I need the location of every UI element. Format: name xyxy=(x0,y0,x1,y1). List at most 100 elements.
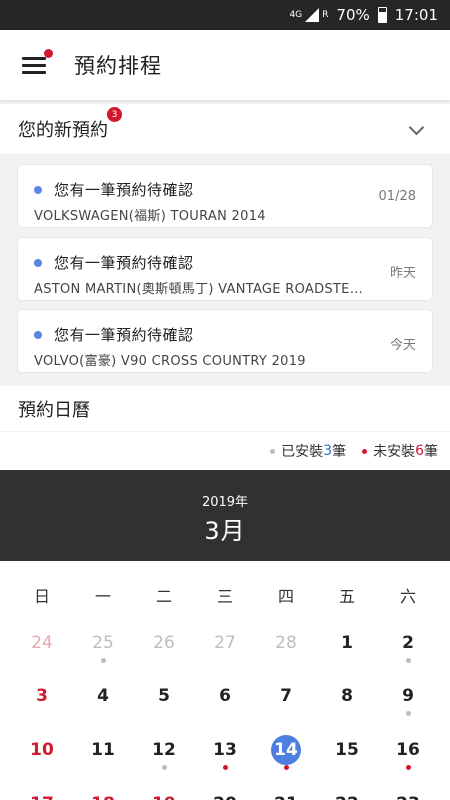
calendar-day[interactable]: 15 xyxy=(327,735,367,765)
not-installed-marker xyxy=(405,765,411,770)
booking-card[interactable]: 您有一筆預約待確認 VOLVO(富豪) V90 CROSS COUNTRY 20… xyxy=(17,309,433,373)
calendar-day[interactable]: 24 xyxy=(22,628,62,658)
day-number: 24 xyxy=(31,633,53,653)
booking-title: 您有一筆預約待確認 xyxy=(54,254,194,272)
calendar-grid: 日一二三四五六 24 25 26 27 28 1 2 3 4 5 6 7 8 9 10 11 12 13 14 15 1… xyxy=(0,561,450,800)
unread-dot xyxy=(34,186,42,194)
day-number: 19 xyxy=(149,789,179,800)
calendar-day[interactable]: 18 xyxy=(83,789,123,800)
booking-card[interactable]: 您有一筆預約待確認 VOLKSWAGEN(福斯) TOURAN 2014 01/… xyxy=(17,164,433,228)
calendar-day[interactable]: 12 xyxy=(144,735,184,770)
hamburger-menu-icon[interactable] xyxy=(22,49,53,75)
calendar-day[interactable]: 28 xyxy=(266,628,306,658)
calendar-day[interactable]: 19 xyxy=(144,789,184,800)
day-number: 15 xyxy=(335,740,359,760)
installed-marker xyxy=(405,658,411,663)
weekday-label: 六 xyxy=(399,587,416,606)
day-number: 14 xyxy=(271,735,301,765)
network-type: 4G xyxy=(289,10,303,20)
day-number: 26 xyxy=(153,633,175,653)
calendar-section-title: 預約日曆 xyxy=(18,399,90,421)
week-row: 24 25 26 27 28 1 2 xyxy=(0,628,450,678)
calendar-day[interactable]: 11 xyxy=(83,735,123,765)
unread-dot xyxy=(34,259,42,267)
weekday-row: 日一二三四五六 xyxy=(0,561,450,611)
new-bookings-badge: 3 xyxy=(107,107,122,122)
week-row: 3 4 5 6 7 8 9 xyxy=(0,681,450,731)
weekday-label: 日 xyxy=(33,587,50,606)
calendar-legend: 已安裝 3 筆 未安裝 6 筆 xyxy=(0,432,450,470)
calendar-day[interactable]: 8 xyxy=(327,681,367,711)
calendar-day-today[interactable]: 14 xyxy=(266,735,306,770)
roaming-indicator: R xyxy=(322,10,329,20)
new-bookings-header[interactable]: 您的新預約 3 xyxy=(0,104,450,154)
calendar-day[interactable]: 21 xyxy=(266,789,306,800)
calendar-day[interactable]: 6 xyxy=(205,681,245,711)
week-row: 17 18 19 20 21 22 23 xyxy=(0,789,450,800)
battery-icon xyxy=(377,7,387,23)
day-number: 5 xyxy=(158,686,170,706)
calendar-day[interactable]: 13 xyxy=(205,735,245,770)
calendar-day[interactable]: 20 xyxy=(205,789,245,800)
weekday-label: 一 xyxy=(94,587,111,606)
day-number: 23 xyxy=(393,789,423,800)
calendar-day[interactable]: 1 xyxy=(327,628,367,658)
calendar-day[interactable]: 5 xyxy=(144,681,184,711)
calendar-day[interactable]: 23 xyxy=(388,789,428,800)
grey-dot-icon xyxy=(270,448,276,454)
day-number: 4 xyxy=(97,686,109,706)
not-installed-marker xyxy=(283,765,289,770)
weekday-label: 二 xyxy=(155,587,172,606)
day-number: 17 xyxy=(27,789,57,800)
page-title: 預約排程 xyxy=(74,54,162,78)
calendar-day[interactable]: 22 xyxy=(327,789,367,800)
signal-icon xyxy=(305,8,320,22)
day-number: 6 xyxy=(219,686,231,706)
unread-dot xyxy=(34,331,42,339)
calendar-day[interactable]: 27 xyxy=(205,628,245,658)
day-number: 27 xyxy=(214,633,236,653)
booking-car: VOLVO(富豪) V90 CROSS COUNTRY 2019 xyxy=(34,354,306,369)
day-number: 7 xyxy=(280,686,292,706)
week-row: 10 11 12 13 14 15 16 xyxy=(0,735,450,785)
calendar-day[interactable]: 7 xyxy=(266,681,306,711)
calendar-day[interactable]: 16 xyxy=(388,735,428,770)
day-number: 12 xyxy=(152,740,176,760)
booking-title: 您有一筆預約待確認 xyxy=(54,181,194,199)
day-number: 10 xyxy=(30,740,54,760)
battery-percent: 70% xyxy=(336,6,370,24)
calendar-day[interactable]: 2 xyxy=(388,628,428,663)
calendar-day[interactable]: 25 xyxy=(83,628,123,663)
weekday-label: 三 xyxy=(216,587,233,606)
weekday-label: 四 xyxy=(277,587,294,606)
day-number: 13 xyxy=(213,740,237,760)
calendar-day[interactable]: 4 xyxy=(83,681,123,711)
booking-car: VOLKSWAGEN(福斯) TOURAN 2014 xyxy=(34,209,266,224)
status-bar: 4G R 70% 17:01 xyxy=(0,0,450,30)
booking-date: 今天 xyxy=(389,338,416,353)
calendar-day[interactable]: 10 xyxy=(22,735,62,765)
day-number: 20 xyxy=(210,789,240,800)
calendar-day[interactable]: 3 xyxy=(22,681,62,711)
new-bookings-title: 您的新預約 3 xyxy=(18,107,122,142)
weekday-label: 五 xyxy=(338,587,355,606)
clock: 17:01 xyxy=(394,6,438,24)
booking-card[interactable]: 您有一筆預約待確認 ASTON MARTIN(奧斯頓馬丁) VANTAGE RO… xyxy=(17,237,433,301)
day-number: 2 xyxy=(402,633,414,653)
day-number: 11 xyxy=(91,740,115,760)
legend-installed: 已安裝 3 筆 xyxy=(270,441,346,461)
calendar-day[interactable]: 17 xyxy=(22,789,62,800)
day-number: 3 xyxy=(36,686,48,706)
installed-marker xyxy=(405,711,411,716)
day-number: 9 xyxy=(402,686,414,706)
day-number: 16 xyxy=(396,740,420,760)
calendar-day[interactable]: 26 xyxy=(144,628,184,658)
legend-not-installed: 未安裝 6 筆 xyxy=(362,441,438,461)
chevron-down-icon[interactable] xyxy=(408,119,425,136)
booking-car: ASTON MARTIN(奧斯頓馬丁) VANTAGE ROADSTER 201… xyxy=(34,282,364,297)
month-header[interactable]: 2019年 3月 xyxy=(0,470,450,561)
calendar-section-header: 預約日曆 xyxy=(0,386,450,431)
booking-title: 您有一筆預約待確認 xyxy=(54,326,194,344)
month-label: 3月 xyxy=(204,517,246,545)
calendar-day[interactable]: 9 xyxy=(388,681,428,716)
